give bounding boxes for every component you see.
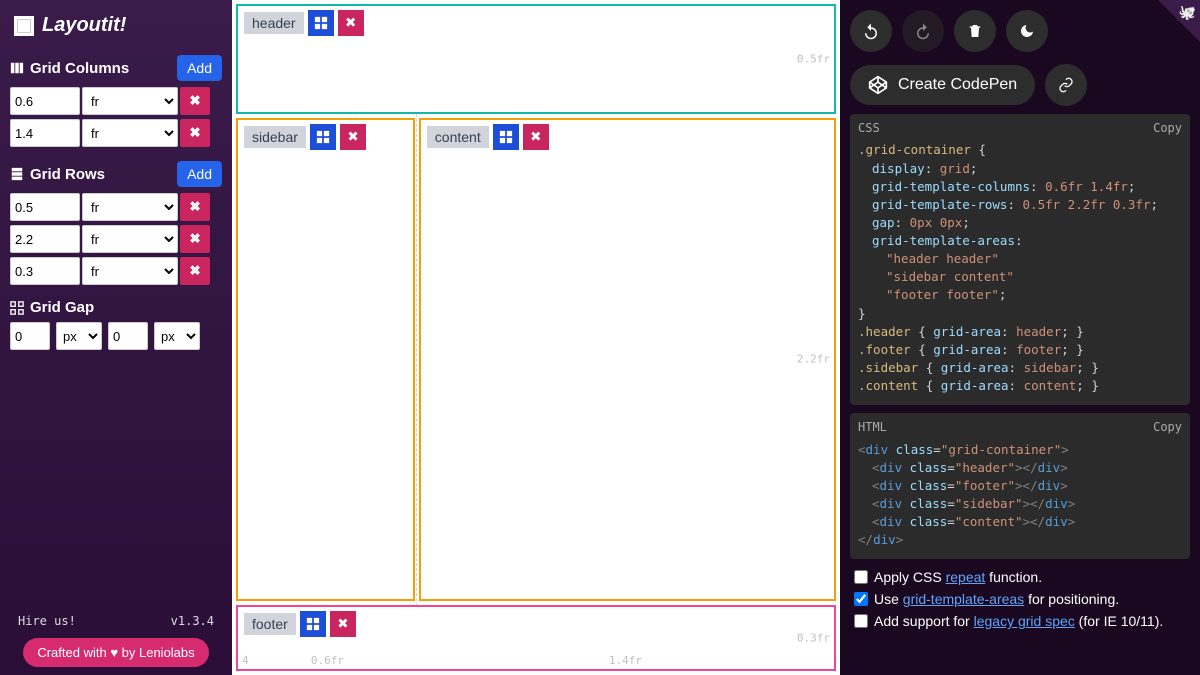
copy-css-button[interactable]: Copy	[1153, 120, 1182, 137]
area-delete-button[interactable]: ✖	[340, 124, 366, 150]
delete-column-button[interactable]: ✖	[180, 87, 210, 115]
repeat-checkbox[interactable]	[854, 570, 868, 584]
delete-column-button[interactable]: ✖	[180, 119, 210, 147]
option-legacy[interactable]: Add support for legacy grid spec (for IE…	[854, 613, 1186, 629]
grid-preview-canvas[interactable]: 2 header ✖ 0.5fr sidebar ✖ con	[232, 0, 840, 675]
delete-row-button[interactable]: ✖	[180, 225, 210, 253]
row-dim-label: 0.5fr	[797, 52, 830, 65]
row-row: fr ✖	[10, 257, 222, 285]
css-code-block: CSS Copy .grid-container { display: grid…	[850, 114, 1190, 405]
option-repeat[interactable]: Apply CSS repeat function.	[854, 569, 1186, 585]
option-areas[interactable]: Use grid-template-areas for positioning.	[854, 591, 1186, 607]
html-code-block: HTML Copy <div class="grid-container"> <…	[850, 413, 1190, 559]
area-content[interactable]: content ✖ 2.2fr	[419, 118, 836, 601]
grid-rows-heading: Grid Rows	[10, 166, 105, 183]
redo-icon	[914, 22, 932, 40]
row-unit-select[interactable]: fr	[82, 225, 178, 253]
gap-icon	[10, 301, 24, 315]
row-row: fr ✖	[10, 225, 222, 253]
area-delete-button[interactable]: ✖	[330, 611, 356, 637]
add-row-button[interactable]: Add	[177, 161, 222, 187]
area-name-label[interactable]: content	[427, 126, 489, 148]
col-dim-label: 1.4fr	[609, 654, 642, 667]
gap-row-input[interactable]	[108, 322, 148, 350]
crafted-by-link[interactable]: Crafted with ♥ by Leniolabs	[23, 638, 208, 667]
row-unit-select[interactable]: fr	[82, 257, 178, 285]
columns-icon	[10, 61, 24, 75]
delete-row-button[interactable]: ✖	[180, 193, 210, 221]
grid-gap-heading: Grid Gap	[10, 299, 94, 316]
area-delete-button[interactable]: ✖	[523, 124, 549, 150]
gap-row-unit[interactable]: px	[154, 322, 200, 350]
area-name-label[interactable]: sidebar	[244, 126, 306, 148]
add-column-button[interactable]: Add	[177, 55, 222, 81]
grid-icon	[316, 130, 330, 144]
redo-button[interactable]	[902, 10, 944, 52]
row-row: fr ✖	[10, 193, 222, 221]
grid-icon	[314, 16, 328, 30]
column-row: fr ✖	[10, 87, 222, 115]
row-value-input[interactable]	[10, 225, 80, 253]
moon-icon	[1019, 23, 1035, 39]
css-title: CSS	[858, 120, 880, 137]
github-corner[interactable]	[1158, 0, 1200, 42]
left-panel: Layoutit! Grid Columns Add fr ✖ fr ✖ Gri…	[0, 0, 232, 675]
column-row: fr ✖	[10, 119, 222, 147]
area-delete-button[interactable]: ✖	[338, 10, 364, 36]
area-grid-button[interactable]	[493, 124, 519, 150]
column-value-input[interactable]	[10, 87, 80, 115]
row-value-input[interactable]	[10, 193, 80, 221]
col-dim-label: 0.6fr	[311, 654, 344, 667]
link-icon	[1058, 77, 1074, 93]
rows-icon	[10, 167, 24, 181]
area-footer[interactable]: footer ✖ 0.3fr 4 0.6fr 1.4fr	[236, 605, 836, 671]
area-header[interactable]: header ✖ 0.5fr	[236, 4, 836, 114]
area-grid-button[interactable]	[300, 611, 326, 637]
gap-col-input[interactable]	[10, 322, 50, 350]
undo-icon	[862, 22, 880, 40]
row-dim-label: 2.2fr	[797, 353, 830, 366]
trash-icon	[967, 23, 983, 39]
column-value-input[interactable]	[10, 119, 80, 147]
codepen-icon	[868, 75, 888, 95]
grid-left-number: 4	[242, 654, 249, 667]
right-panel: Create CodePen CSS Copy .grid-container …	[840, 0, 1200, 675]
undo-button[interactable]	[850, 10, 892, 52]
permalink-button[interactable]	[1045, 64, 1087, 106]
html-title: HTML	[858, 419, 887, 436]
dark-mode-button[interactable]	[1006, 10, 1048, 52]
version-label: v1.3.4	[171, 614, 214, 628]
gap-col-unit[interactable]: px	[56, 322, 102, 350]
area-sidebar[interactable]: sidebar ✖	[236, 118, 415, 601]
row-dim-label: 0.3fr	[797, 632, 830, 645]
area-name-label[interactable]: footer	[244, 613, 296, 635]
app-title: Layoutit!	[42, 14, 126, 37]
area-name-label[interactable]: header	[244, 12, 304, 34]
areas-checkbox[interactable]	[854, 592, 868, 606]
reset-button[interactable]	[954, 10, 996, 52]
create-codepen-button[interactable]: Create CodePen	[850, 65, 1035, 105]
column-unit-select[interactable]: fr	[82, 119, 178, 147]
row-value-input[interactable]	[10, 257, 80, 285]
delete-row-button[interactable]: ✖	[180, 257, 210, 285]
grid-icon	[499, 130, 513, 144]
column-unit-select[interactable]: fr	[82, 87, 178, 115]
row-unit-select[interactable]: fr	[82, 193, 178, 221]
grid-icon	[306, 617, 320, 631]
grid-columns-heading: Grid Columns	[10, 60, 129, 77]
legacy-checkbox[interactable]	[854, 614, 868, 628]
app-logo: Layoutit!	[10, 8, 222, 51]
area-grid-button[interactable]	[308, 10, 334, 36]
area-grid-button[interactable]	[310, 124, 336, 150]
logo-cube-icon	[14, 16, 34, 36]
copy-html-button[interactable]: Copy	[1153, 419, 1182, 436]
hire-us-link[interactable]: Hire us!	[18, 614, 76, 628]
